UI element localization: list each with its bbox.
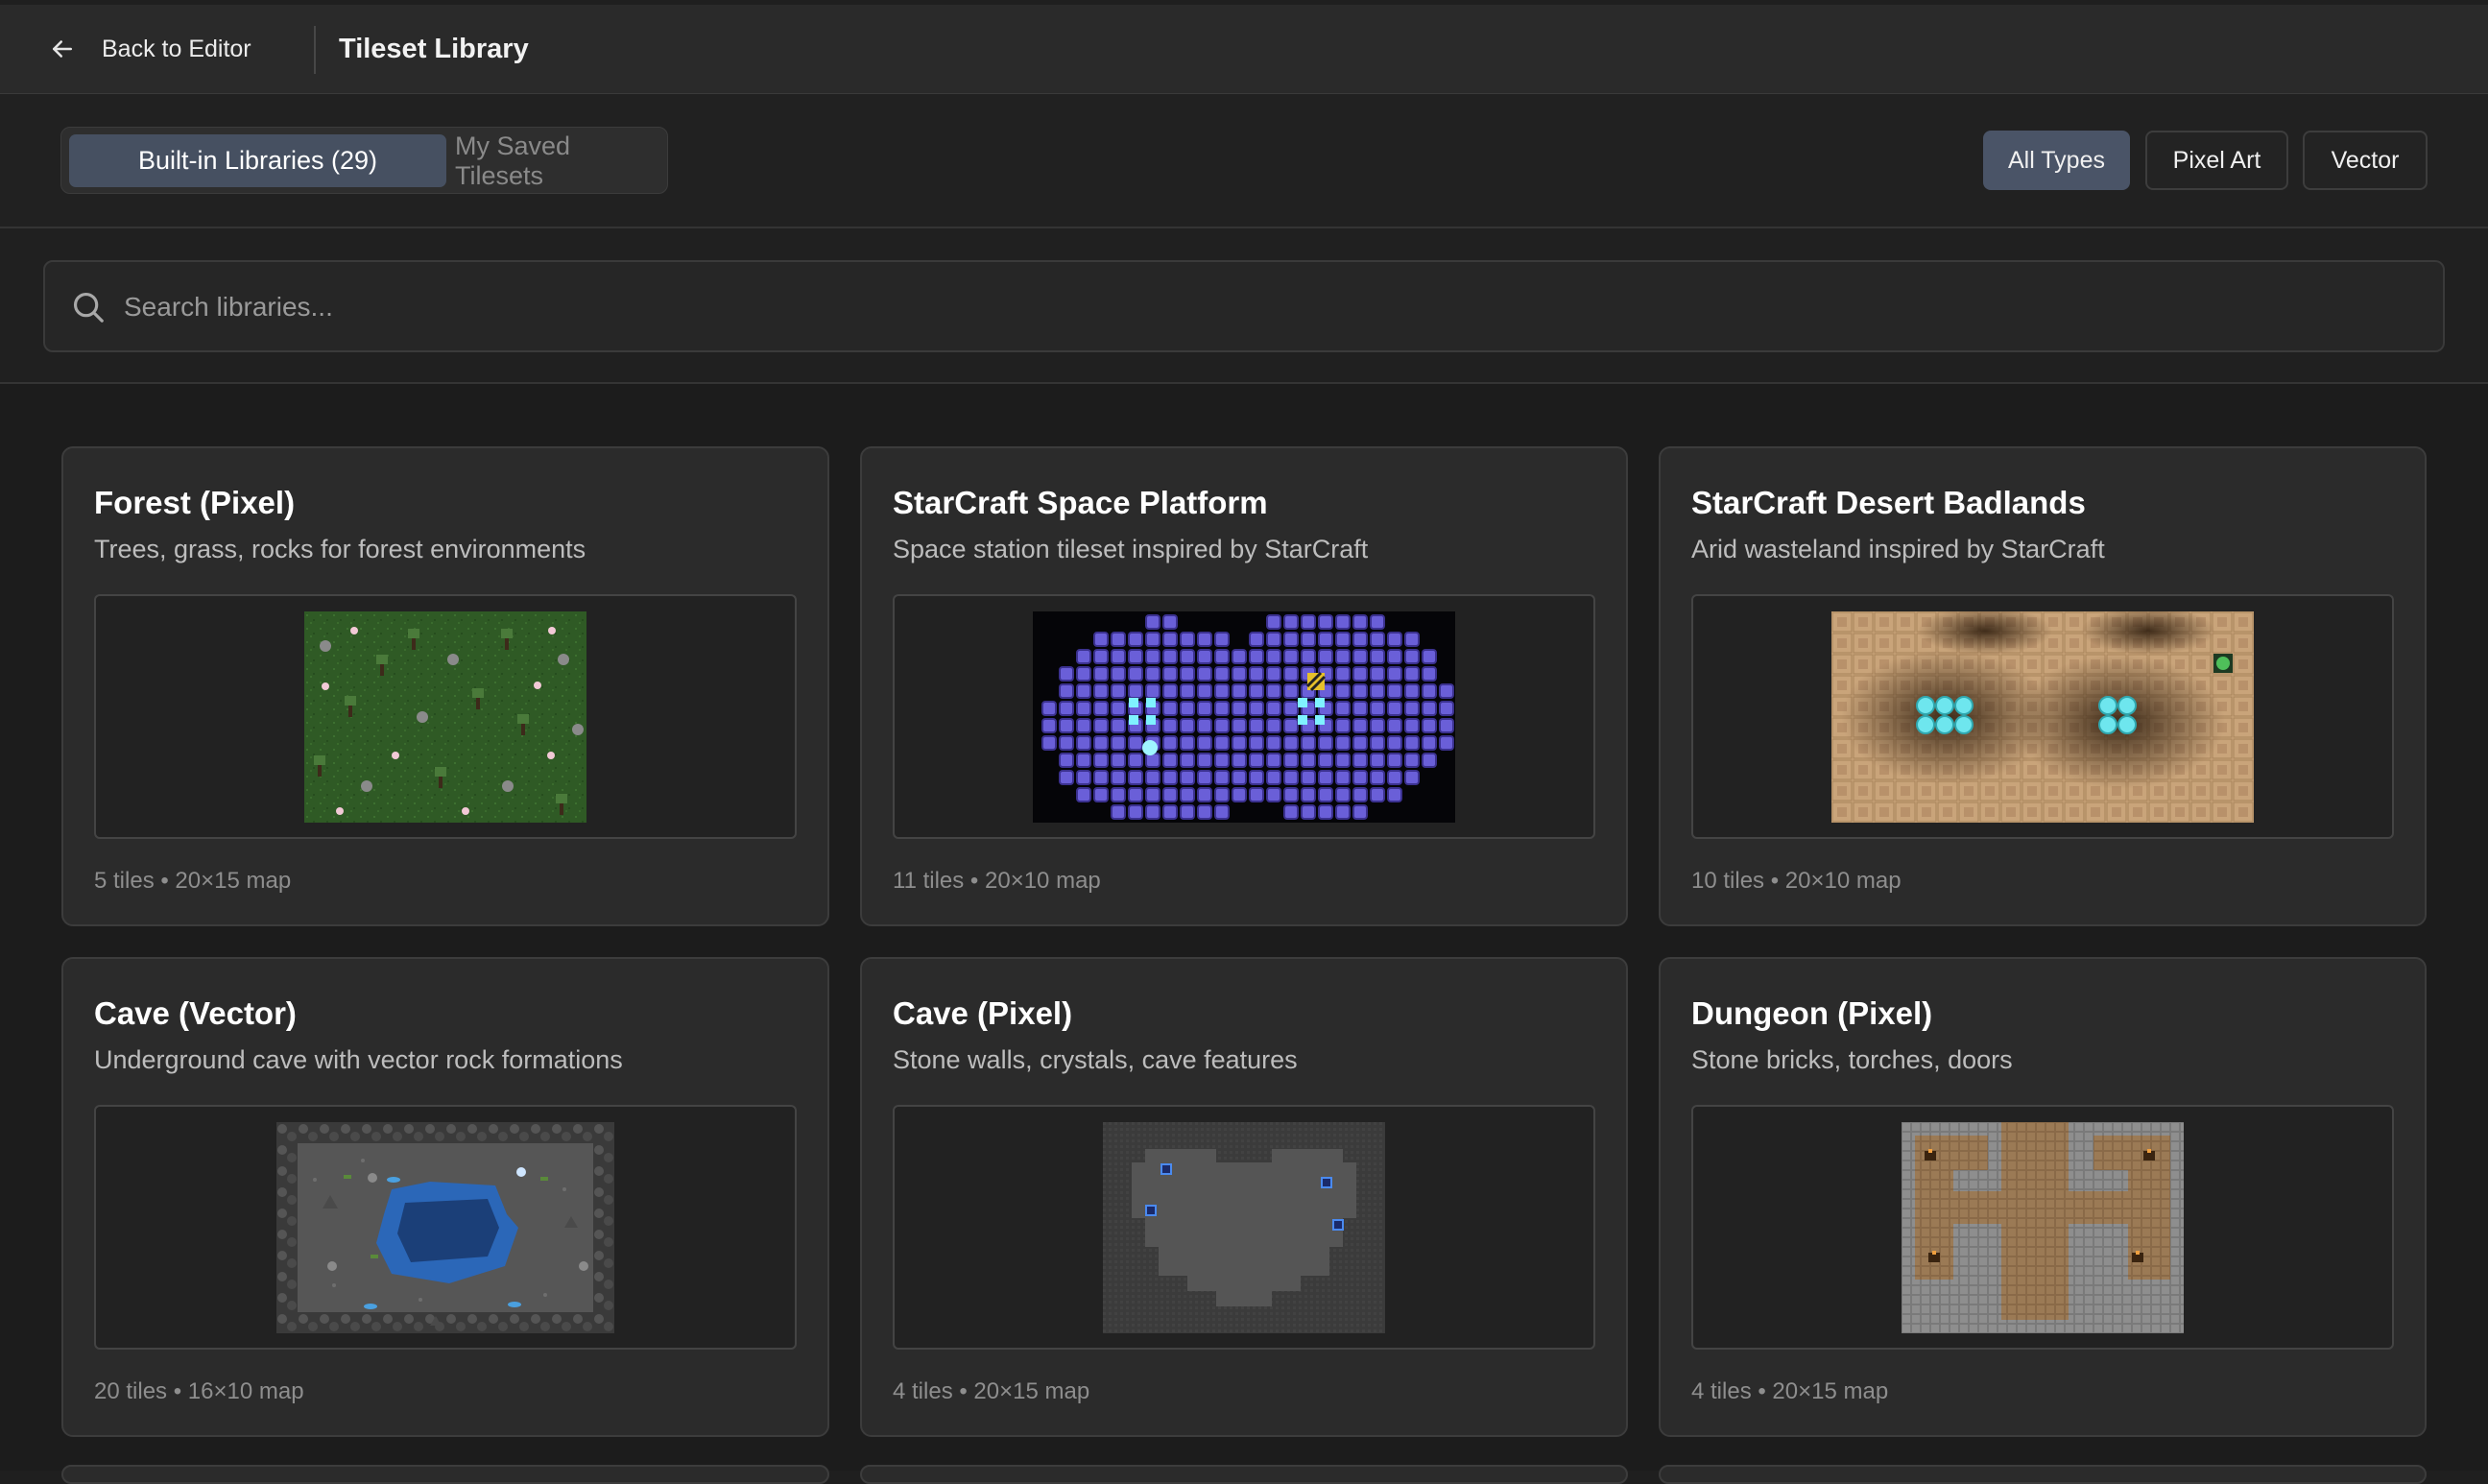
- library-card-partial[interactable]: [1659, 1465, 2427, 1484]
- arrow-left-icon: [53, 40, 72, 58]
- forest-tileset-preview: [304, 610, 586, 823]
- card-title: StarCraft Space Platform: [893, 485, 1268, 520]
- search-icon: [73, 292, 104, 323]
- card-meta: 4 tiles • 20×15 map: [893, 1378, 1090, 1404]
- library-card[interactable]: StarCraft Desert Badlands Arid wasteland…: [1659, 446, 2427, 926]
- cave-pixel-tileset-preview: [1103, 1121, 1385, 1333]
- top-bar: Back to Editor Tileset Library: [0, 5, 2488, 94]
- search-input[interactable]: [122, 277, 2410, 337]
- library-card[interactable]: Forest (Pixel) Trees, grass, rocks for f…: [61, 446, 829, 926]
- filter-pixel-art-button[interactable]: Pixel Art: [2145, 131, 2288, 190]
- card-description: Underground cave with vector rock format…: [94, 1045, 623, 1074]
- card-title: Cave (Vector): [94, 995, 297, 1031]
- back-to-editor-button[interactable]: Back to Editor: [48, 30, 251, 68]
- card-description: Stone walls, crystals, cave features: [893, 1045, 1298, 1074]
- tab-built-in-libraries[interactable]: Built-in Libraries (29): [69, 134, 446, 187]
- card-description: Space station tileset inspired by StarCr…: [893, 535, 1369, 563]
- space-platform-tileset-preview: [1033, 610, 1455, 823]
- page-title: Tileset Library: [339, 34, 529, 64]
- card-title: Cave (Pixel): [893, 995, 1073, 1031]
- card-description: Arid wasteland inspired by StarCraft: [1691, 535, 2105, 563]
- library-card[interactable]: Cave (Vector) Underground cave with vect…: [61, 957, 829, 1437]
- tab-my-saved-tilesets[interactable]: My Saved Tilesets: [455, 132, 660, 190]
- library-card-partial[interactable]: [61, 1465, 829, 1484]
- back-button-label: Back to Editor: [102, 35, 251, 62]
- card-meta: 4 tiles • 20×15 map: [1691, 1378, 1889, 1404]
- library-source-tabs: Built-in Libraries (29) My Saved Tileset…: [60, 127, 668, 194]
- card-preview: [1691, 1105, 2394, 1350]
- library-toolbar: Built-in Libraries (29) My Saved Tileset…: [0, 94, 2488, 228]
- library-card-partial[interactable]: [860, 1465, 1628, 1484]
- search-section: [0, 228, 2488, 384]
- library-card[interactable]: StarCraft Space Platform Space station t…: [860, 446, 1628, 926]
- card-preview: [94, 1105, 797, 1350]
- desert-tileset-preview: [1831, 610, 2254, 823]
- card-description: Stone bricks, torches, doors: [1691, 1045, 2013, 1074]
- card-meta: 11 tiles • 20×10 map: [893, 868, 1101, 894]
- header-divider: [314, 26, 316, 74]
- library-grid: Forest (Pixel) Trees, grass, rocks for f…: [0, 384, 2488, 1484]
- search-bar: [43, 260, 2445, 352]
- card-meta: 10 tiles • 20×10 map: [1691, 868, 1902, 894]
- card-preview: [1691, 594, 2394, 839]
- card-description: Trees, grass, rocks for forest environme…: [94, 535, 586, 563]
- library-card[interactable]: Cave (Pixel) Stone walls, crystals, cave…: [860, 957, 1628, 1437]
- library-card[interactable]: Dungeon (Pixel) Stone bricks, torches, d…: [1659, 957, 2427, 1437]
- cave-vector-tileset-preview: [276, 1121, 614, 1333]
- filter-all-types-button[interactable]: All Types: [1983, 131, 2130, 190]
- card-preview: [893, 594, 1595, 839]
- filter-vector-button[interactable]: Vector: [2303, 131, 2428, 190]
- dungeon-tileset-preview: [1902, 1121, 2184, 1333]
- card-meta: 20 tiles • 16×10 map: [94, 1378, 304, 1404]
- card-title: Forest (Pixel): [94, 485, 296, 520]
- card-preview: [94, 594, 797, 839]
- card-meta: 5 tiles • 20×15 map: [94, 868, 292, 894]
- card-preview: [893, 1105, 1595, 1350]
- card-title: Dungeon (Pixel): [1691, 995, 1933, 1031]
- card-title: StarCraft Desert Badlands: [1691, 485, 2086, 520]
